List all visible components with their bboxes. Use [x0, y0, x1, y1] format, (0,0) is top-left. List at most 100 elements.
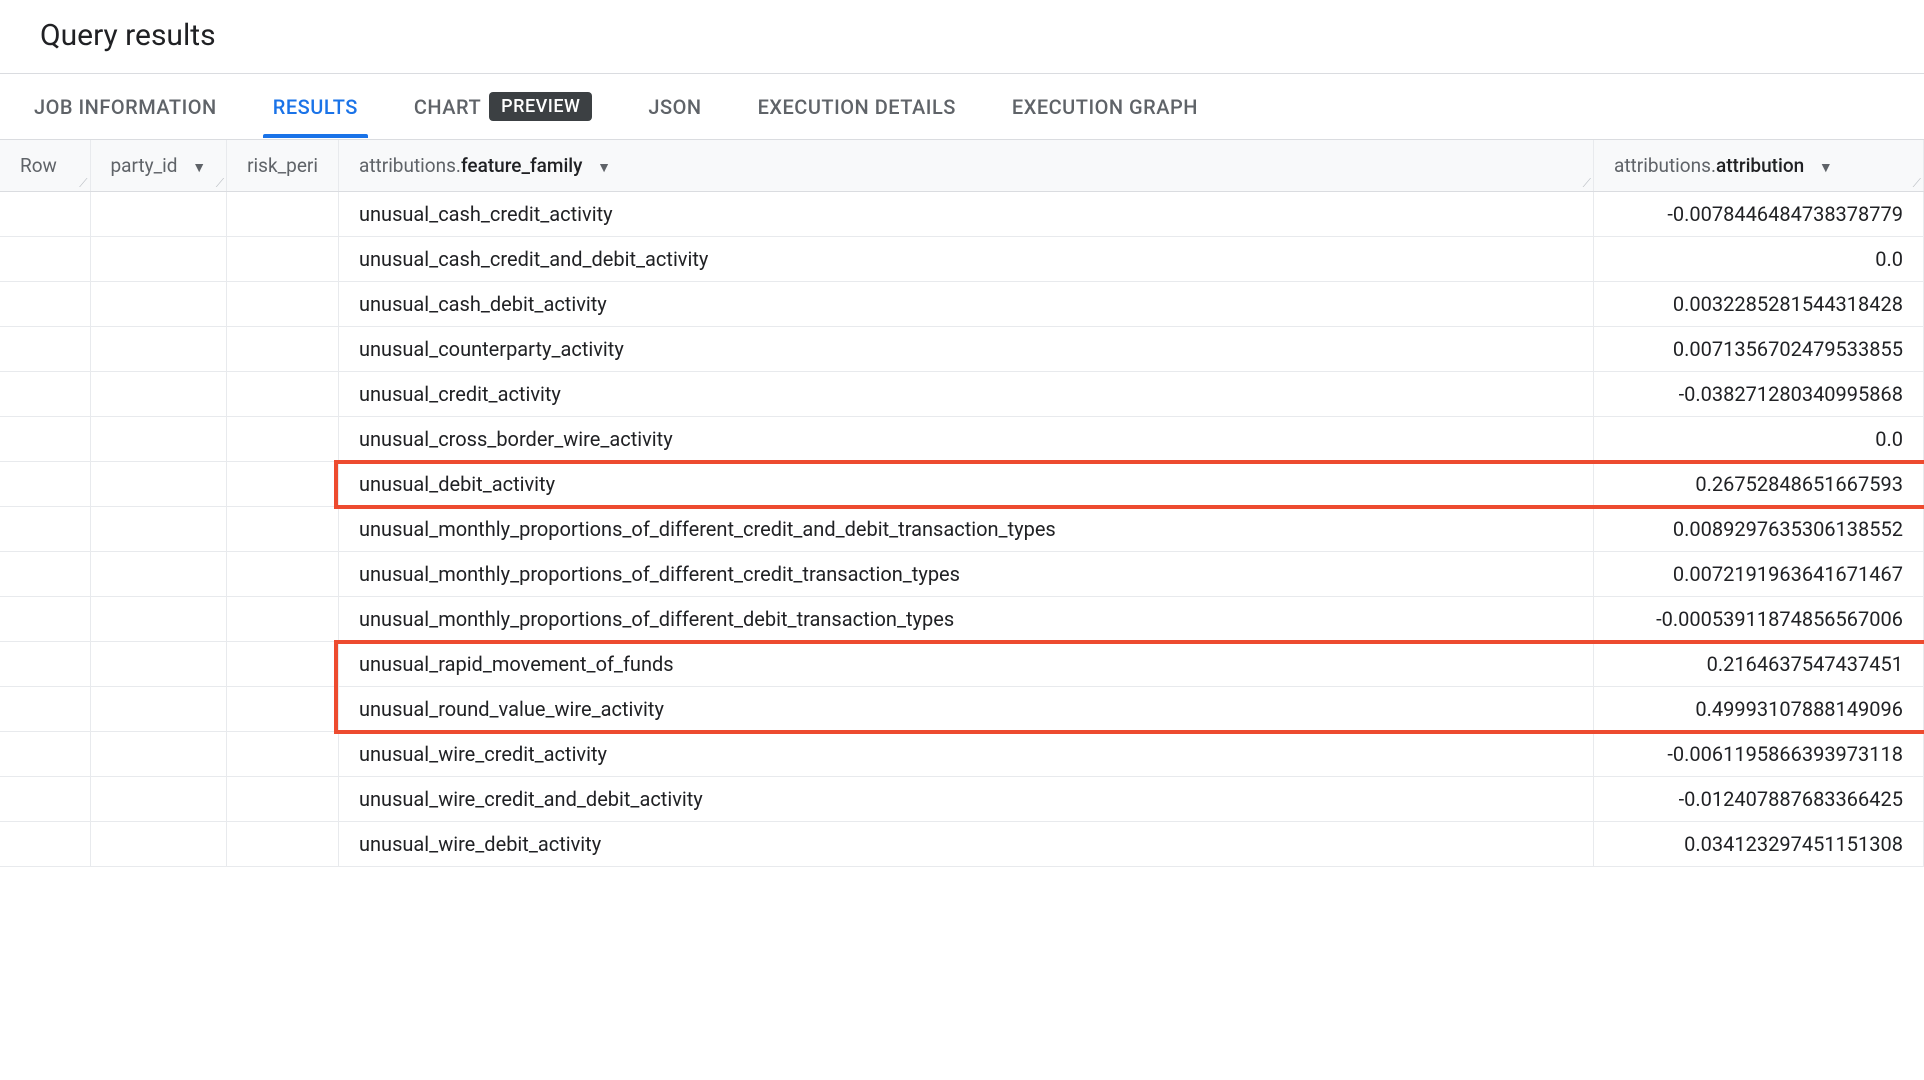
cell-feature-family: unusual_monthly_proportions_of_different…	[338, 552, 1593, 597]
tab-label: JOB INFORMATION	[34, 95, 217, 119]
tab-badge: PREVIEW	[489, 92, 592, 121]
chevron-down-icon[interactable]: ▼	[597, 159, 611, 176]
col-header-prefix: attributions.	[1614, 154, 1716, 177]
table-row[interactable]: unusual_wire_credit_activity-0.006119586…	[0, 732, 1924, 777]
cell-attribution: 0.0	[1594, 237, 1924, 282]
tab-label: EXECUTION GRAPH	[1012, 95, 1198, 119]
table-row[interactable]: unusual_cash_credit_activity-0.007844648…	[0, 192, 1924, 237]
cell-feature-family: unusual_cash_debit_activity	[338, 282, 1593, 327]
cell-risk-peri	[227, 282, 339, 327]
cell-feature-family: unusual_debit_activity	[338, 462, 1593, 507]
cell-risk-peri	[227, 552, 339, 597]
table-row[interactable]: unusual_counterparty_activity0.007135670…	[0, 327, 1924, 372]
cell-party-id	[90, 237, 227, 282]
resize-handle-icon[interactable]: ⟋	[79, 177, 87, 189]
cell-row	[0, 822, 90, 867]
cell-row	[0, 642, 90, 687]
table-row[interactable]: unusual_credit_activity-0.03827128034099…	[0, 372, 1924, 417]
col-header-risk-peri[interactable]: risk_peri	[227, 140, 339, 192]
cell-party-id	[90, 507, 227, 552]
col-header-attribution[interactable]: attributions.attribution ▼ ⟋	[1594, 140, 1924, 192]
tabs-bar: JOB INFORMATION RESULTS CHART PREVIEW JSON EX…	[0, 73, 1924, 140]
cell-party-id	[90, 822, 227, 867]
cell-attribution: -0.00053911874856567006	[1594, 597, 1924, 642]
table-row[interactable]: unusual_cash_credit_and_debit_activity0.…	[0, 237, 1924, 282]
cell-feature-family: unusual_wire_credit_activity	[338, 732, 1593, 777]
cell-feature-family: unusual_cash_credit_and_debit_activity	[338, 237, 1593, 282]
cell-attribution: 0.0089297635306138552	[1594, 507, 1924, 552]
tab-job-information[interactable]: JOB INFORMATION	[24, 77, 227, 137]
cell-risk-peri	[227, 237, 339, 282]
cell-row	[0, 327, 90, 372]
cell-risk-peri	[227, 822, 339, 867]
cell-risk-peri	[227, 732, 339, 777]
cell-attribution: 0.034123297451151308	[1594, 822, 1924, 867]
table-row[interactable]: unusual_wire_credit_and_debit_activity-0…	[0, 777, 1924, 822]
resize-handle-icon[interactable]: ⟋	[1913, 177, 1921, 189]
tab-results[interactable]: RESULTS	[263, 77, 368, 137]
cell-party-id	[90, 687, 227, 732]
table-row[interactable]: unusual_wire_debit_activity0.03412329745…	[0, 822, 1924, 867]
cell-risk-peri	[227, 597, 339, 642]
tab-label: RESULTS	[273, 95, 358, 119]
cell-risk-peri	[227, 507, 339, 552]
cell-attribution: -0.012407887683366425	[1594, 777, 1924, 822]
resize-handle-icon[interactable]: ⟋	[216, 177, 224, 189]
cell-risk-peri	[227, 462, 339, 507]
cell-party-id	[90, 372, 227, 417]
cell-row	[0, 777, 90, 822]
cell-party-id	[90, 642, 227, 687]
col-header-label: Row	[20, 154, 57, 177]
col-header-row[interactable]: Row ⟋	[0, 140, 90, 192]
tab-json[interactable]: JSON	[638, 77, 711, 137]
cell-party-id	[90, 282, 227, 327]
tab-execution-graph[interactable]: EXECUTION GRAPH	[1002, 77, 1208, 137]
cell-party-id	[90, 732, 227, 777]
cell-feature-family: unusual_cross_border_wire_activity	[338, 417, 1593, 462]
cell-row	[0, 462, 90, 507]
table-row[interactable]: unusual_cash_debit_activity0.00322852815…	[0, 282, 1924, 327]
tab-label: CHART	[414, 95, 481, 119]
cell-feature-family: unusual_rapid_movement_of_funds	[338, 642, 1593, 687]
cell-feature-family: unusual_cash_credit_activity	[338, 192, 1593, 237]
cell-party-id	[90, 192, 227, 237]
col-header-feature-family[interactable]: attributions.feature_family ▼ ⟋	[338, 140, 1593, 192]
results-table-container: Row ⟋ party_id ▼ ⟋ risk_peri attribution…	[0, 140, 1924, 867]
resize-handle-icon[interactable]: ⟋	[1583, 177, 1591, 189]
table-row[interactable]: unusual_debit_activity0.2675284865166759…	[0, 462, 1924, 507]
table-row[interactable]: unusual_cross_border_wire_activity0.0	[0, 417, 1924, 462]
table-row[interactable]: unusual_rapid_movement_of_funds0.2164637…	[0, 642, 1924, 687]
cell-feature-family: unusual_wire_credit_and_debit_activity	[338, 777, 1593, 822]
tab-chart[interactable]: CHART PREVIEW	[404, 74, 603, 139]
chevron-down-icon[interactable]: ▼	[192, 159, 206, 176]
cell-row	[0, 192, 90, 237]
cell-risk-peri	[227, 642, 339, 687]
cell-attribution: -0.0061195866393973118	[1594, 732, 1924, 777]
table-body: unusual_cash_credit_activity-0.007844648…	[0, 192, 1924, 867]
cell-attribution: 0.49993107888149096	[1594, 687, 1924, 732]
cell-attribution: 0.0072191963641671467	[1594, 552, 1924, 597]
tab-execution-details[interactable]: EXECUTION DETAILS	[748, 77, 966, 137]
cell-attribution: 0.0	[1594, 417, 1924, 462]
cell-attribution: 0.0071356702479533855	[1594, 327, 1924, 372]
col-header-prefix: attributions.	[359, 154, 461, 177]
col-header-party-id[interactable]: party_id ▼ ⟋	[90, 140, 227, 192]
cell-party-id	[90, 777, 227, 822]
cell-row	[0, 282, 90, 327]
cell-risk-peri	[227, 372, 339, 417]
table-row[interactable]: unusual_round_value_wire_activity0.49993…	[0, 687, 1924, 732]
page-header: Query results	[0, 0, 1924, 73]
cell-row	[0, 687, 90, 732]
col-header-bold: attribution	[1716, 154, 1804, 177]
cell-risk-peri	[227, 327, 339, 372]
col-header-bold: feature_family	[461, 154, 583, 177]
cell-attribution: 0.2164637547437451	[1594, 642, 1924, 687]
page-title: Query results	[40, 18, 1884, 53]
results-table: Row ⟋ party_id ▼ ⟋ risk_peri attribution…	[0, 140, 1924, 867]
cell-row	[0, 237, 90, 282]
table-row[interactable]: unusual_monthly_proportions_of_different…	[0, 552, 1924, 597]
cell-risk-peri	[227, 417, 339, 462]
table-row[interactable]: unusual_monthly_proportions_of_different…	[0, 597, 1924, 642]
chevron-down-icon[interactable]: ▼	[1819, 159, 1833, 176]
table-row[interactable]: unusual_monthly_proportions_of_different…	[0, 507, 1924, 552]
